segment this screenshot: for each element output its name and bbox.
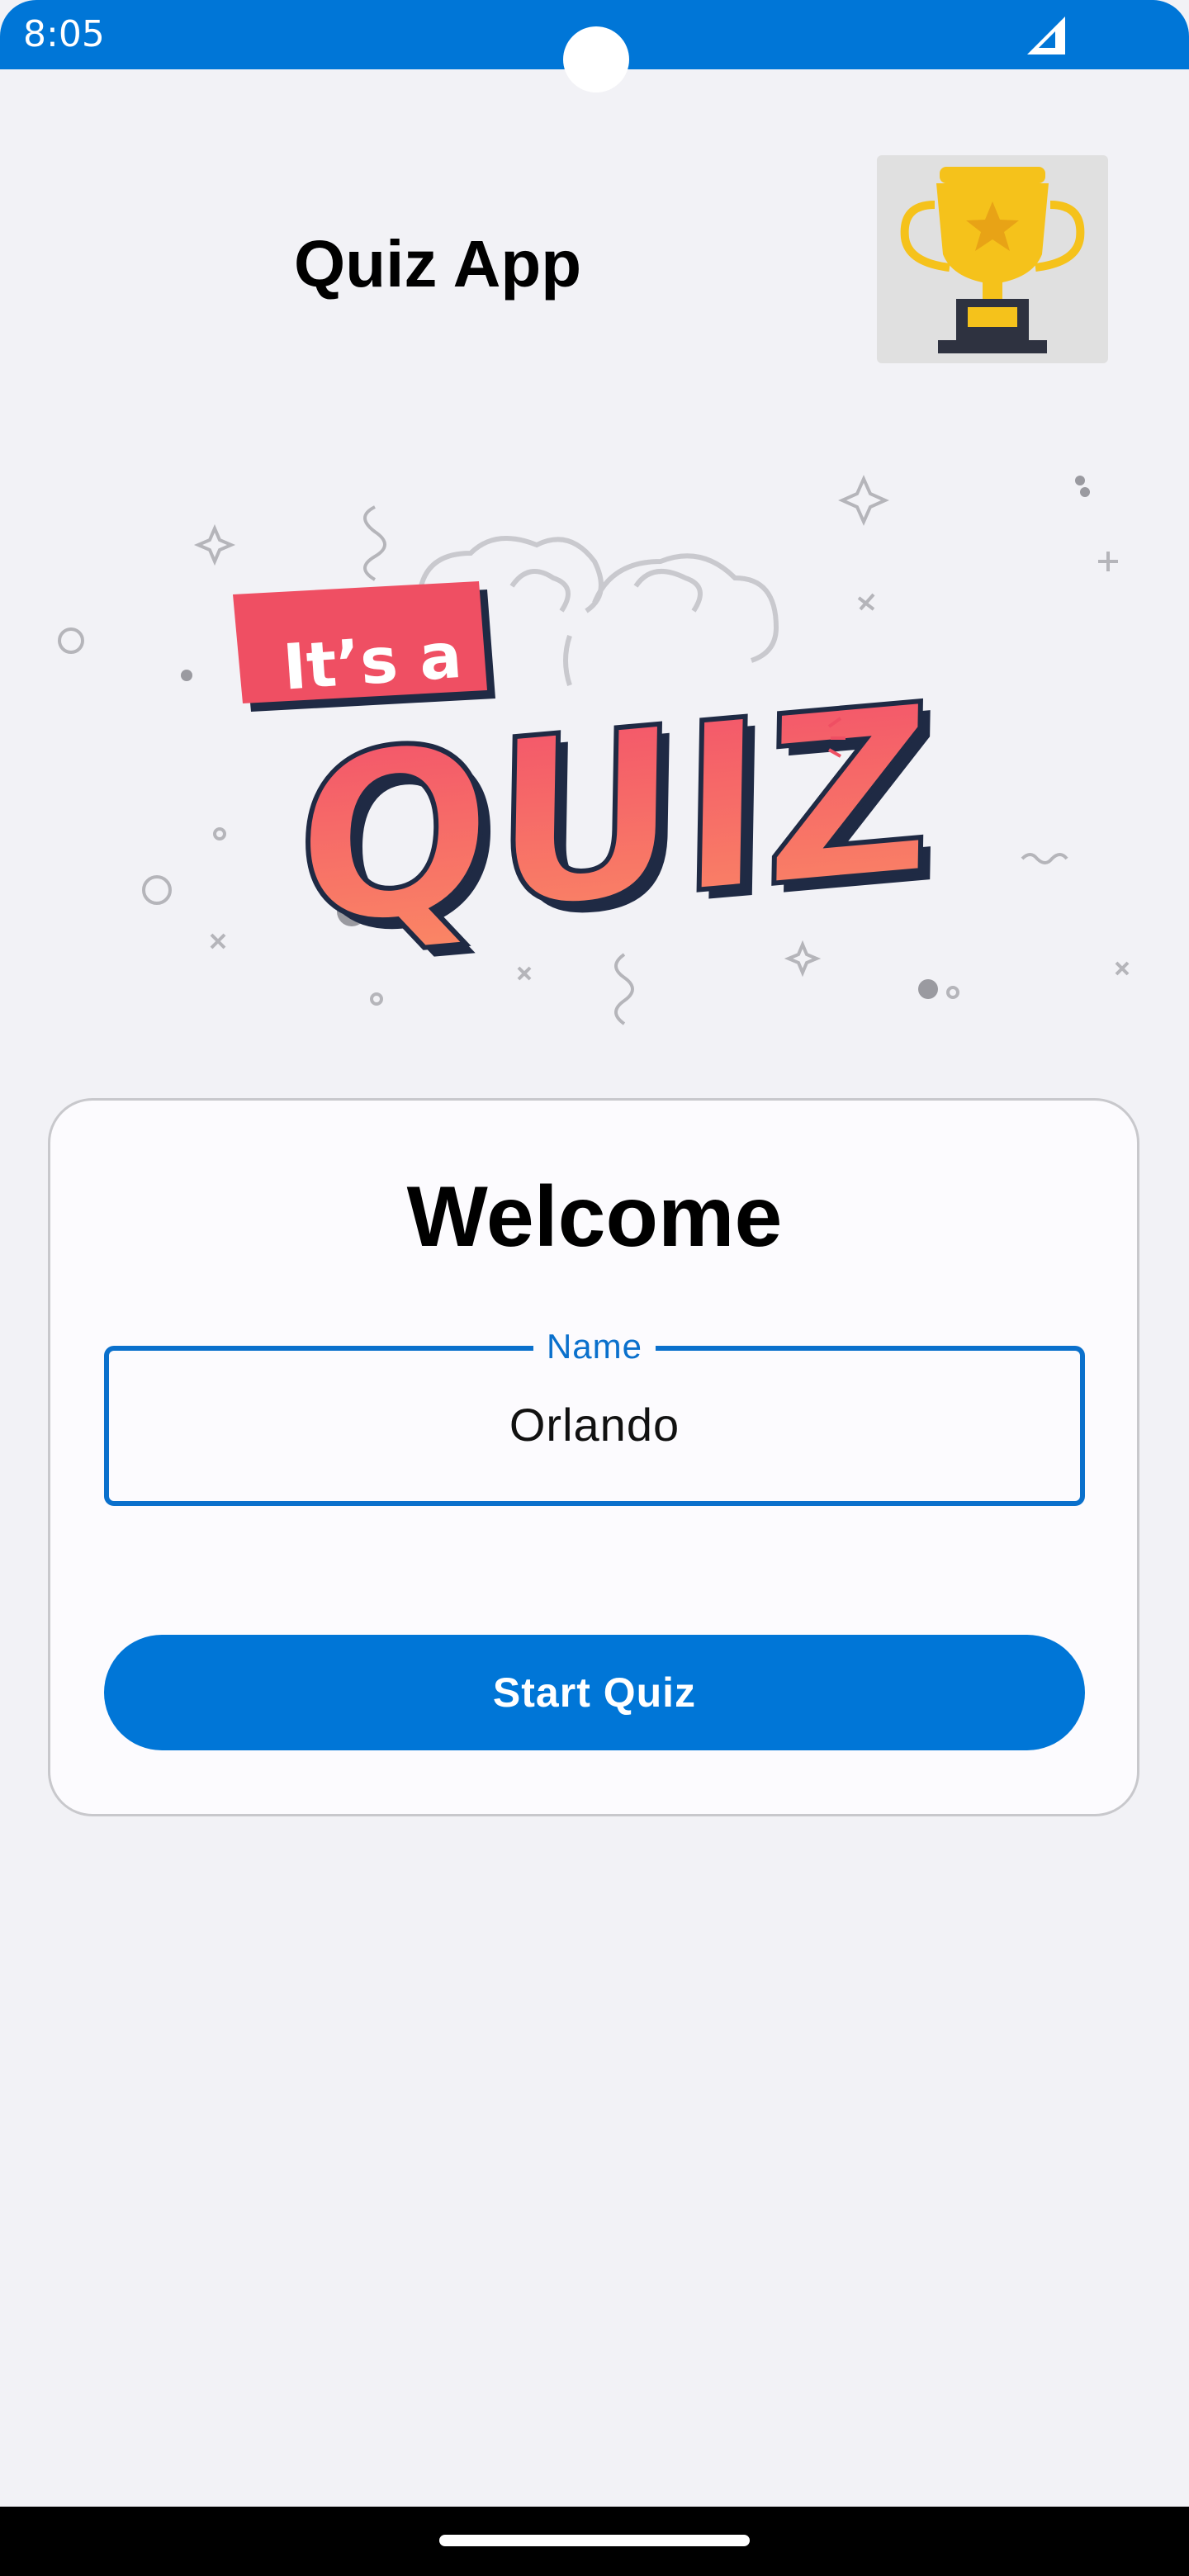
camera-cutout [563,26,629,92]
signal-icon [1027,17,1065,54]
status-time: 8:05 [23,13,105,55]
quiz-illustration: It’s a QUIZ QUIZ [58,475,1130,1025]
hero-quiz-text: QUIZ [294,654,934,980]
start-quiz-button[interactable]: Start Quiz [104,1635,1085,1750]
trophy-icon [900,167,1085,353]
hero-badge-text: It’s a [281,618,464,704]
status-bar: 8:05 [0,0,1189,92]
home-indicator[interactable] [439,2535,750,2546]
name-input-value[interactable]: Orlando [104,1395,1085,1455]
app-title: Quiz App [294,227,582,301]
name-field-label: Name [533,1324,656,1369]
trophy-button[interactable] [877,155,1108,363]
welcome-title: Welcome [406,1169,783,1265]
